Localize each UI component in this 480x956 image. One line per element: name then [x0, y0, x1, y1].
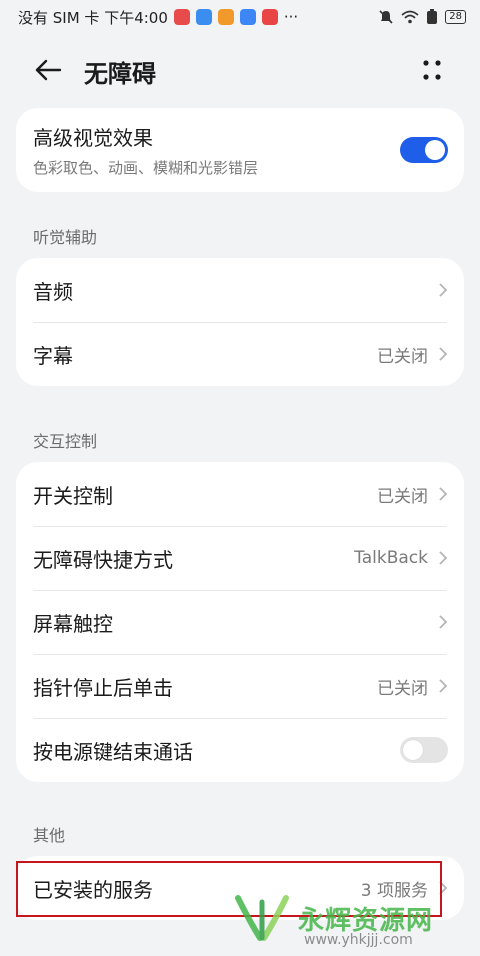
- wifi-icon: [401, 10, 419, 24]
- status-text: 没有 SIM 卡 下午4:00: [18, 8, 168, 27]
- row-value: 已关闭: [377, 486, 428, 507]
- watermark-url: www.yhkjjj.com: [304, 932, 413, 948]
- chevron-right-icon: [439, 487, 448, 501]
- chevron-right-icon: [439, 551, 448, 565]
- dwell-click-row[interactable]: 指针停止后单击 已关闭: [16, 654, 464, 718]
- row-label: 高级视觉效果: [33, 126, 153, 150]
- row-value: TalkBack: [354, 548, 428, 568]
- row-label: 按电源键结束通话: [33, 739, 193, 764]
- row-subtitle: 色彩取色、动画、模糊和光影错层: [33, 159, 259, 177]
- page-title: 无障碍: [84, 60, 156, 88]
- chevron-right-icon: [439, 679, 448, 693]
- screen-touch-row[interactable]: 屏幕触控: [16, 590, 464, 654]
- more-dots-icon: [423, 60, 441, 80]
- row-label: 音频: [33, 279, 73, 304]
- row-label: 指针停止后单击: [33, 675, 173, 700]
- chevron-right-icon: [439, 881, 448, 895]
- power-button-ends-call-toggle[interactable]: [400, 737, 448, 763]
- notification-app-icon: [261, 9, 278, 25]
- power-button-ends-call-row[interactable]: 按电源键结束通话: [16, 718, 464, 782]
- section-title-hearing: 听觉辅助: [33, 228, 98, 247]
- watermark-brand: 永辉资源网: [298, 905, 434, 936]
- row-value: 已关闭: [377, 346, 428, 367]
- hearing-card: 音频 字幕 已关闭: [16, 258, 464, 386]
- notification-app-icon: [217, 9, 234, 25]
- more-options-button[interactable]: [412, 50, 452, 90]
- watermark: 永辉资源网 www.yhkjjj.com: [232, 892, 434, 948]
- interaction-card: 开关控制 已关闭 无障碍快捷方式 TalkBack 屏幕触控 指针停止后单击 已…: [16, 462, 464, 782]
- page-header: 无障碍: [0, 40, 480, 100]
- status-bar: 没有 SIM 卡 下午4:00 ··· 28: [0, 0, 480, 34]
- row-label: 字幕: [33, 343, 73, 368]
- battery-saver-icon: [427, 9, 438, 24]
- back-button[interactable]: [28, 52, 68, 88]
- notification-app-icon: [173, 9, 190, 25]
- row-label: 无障碍快捷方式: [33, 547, 173, 572]
- watermark-logo-icon: [235, 895, 289, 941]
- row-label: 屏幕触控: [33, 611, 113, 636]
- more-notifications: ···: [283, 8, 299, 26]
- notification-app-icon: [195, 9, 212, 25]
- visual-effects-toggle[interactable]: [400, 137, 448, 163]
- switch-control-row[interactable]: 开关控制 已关闭: [16, 462, 464, 526]
- section-title-interaction: 交互控制: [33, 432, 98, 451]
- row-label: 开关控制: [33, 483, 113, 508]
- accessibility-shortcut-row[interactable]: 无障碍快捷方式 TalkBack: [16, 526, 464, 590]
- chevron-right-icon: [439, 283, 448, 297]
- advanced-visual-effects-row[interactable]: 高级视觉效果 色彩取色、动画、模糊和光影错层: [16, 108, 464, 192]
- row-label: 已安装的服务: [33, 877, 153, 902]
- chevron-right-icon: [439, 347, 448, 361]
- notification-app-icon: [239, 9, 256, 25]
- section-title-other: 其他: [33, 826, 66, 845]
- back-arrow-icon: [35, 59, 62, 81]
- row-value: 已关闭: [377, 678, 428, 699]
- audio-row[interactable]: 音频: [16, 258, 464, 322]
- battery-icon: 28: [445, 10, 466, 24]
- mute-bell-icon: [379, 10, 393, 24]
- subtitles-row[interactable]: 字幕 已关闭: [16, 322, 464, 386]
- vision-card: 高级视觉效果 色彩取色、动画、模糊和光影错层: [16, 108, 464, 192]
- chevron-right-icon: [439, 615, 448, 629]
